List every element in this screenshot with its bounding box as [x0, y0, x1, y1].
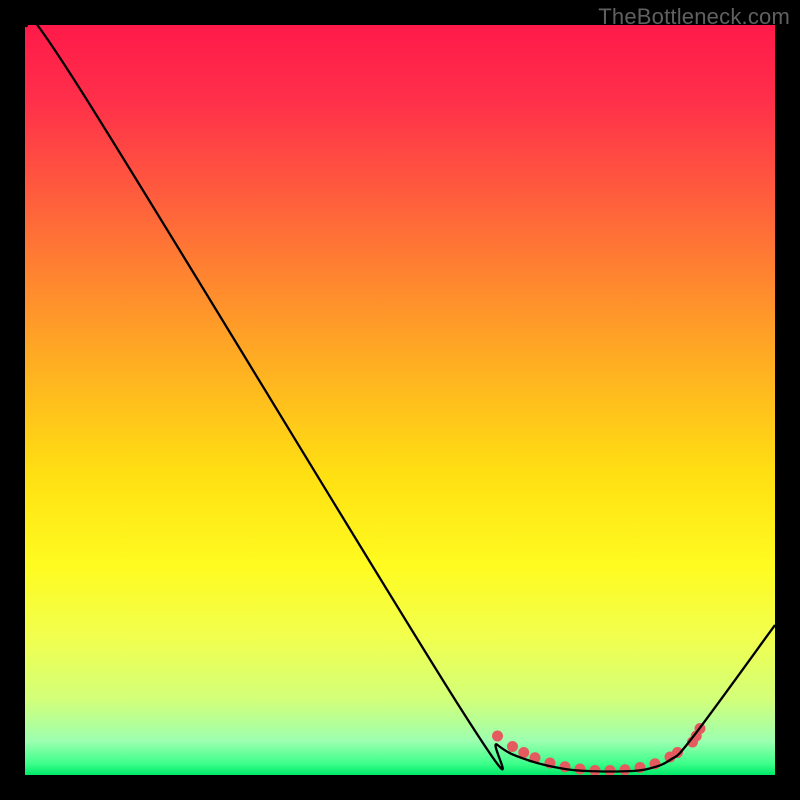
markers-group — [492, 723, 705, 775]
bottleneck-curve — [25, 25, 775, 772]
marker-dot — [605, 765, 616, 775]
marker-dot — [620, 764, 631, 775]
chart-frame: TheBottleneck.com — [0, 0, 800, 800]
marker-dot — [575, 764, 586, 775]
marker-dot — [492, 731, 503, 742]
marker-dot — [507, 741, 518, 752]
curve-layer — [25, 25, 775, 775]
plot-area — [25, 25, 775, 775]
watermark-text: TheBottleneck.com — [598, 4, 790, 30]
